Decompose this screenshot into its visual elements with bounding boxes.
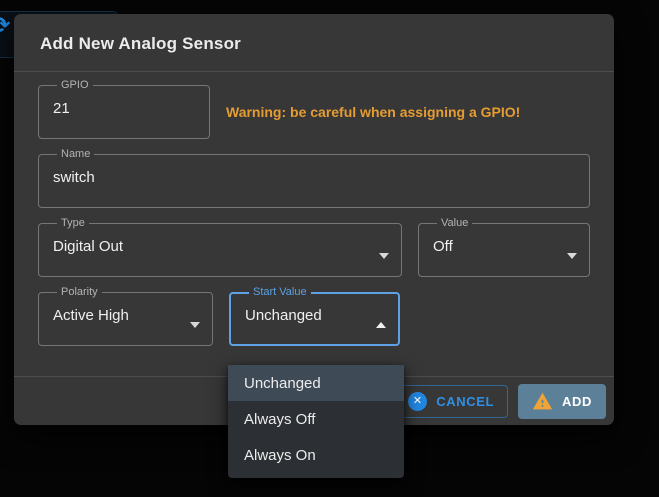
- refresh-icon: ⟳: [0, 14, 10, 37]
- menu-item-always-off[interactable]: Always Off: [228, 401, 404, 437]
- type-selected-value: Digital Out: [51, 230, 389, 262]
- start-value-selected-value: Unchanged: [243, 299, 386, 331]
- name-field[interactable]: Name switch: [38, 148, 590, 208]
- warning-triangle-icon: [532, 391, 553, 412]
- gpio-input[interactable]: 21: [51, 92, 197, 124]
- value-select[interactable]: Value Off: [418, 217, 590, 277]
- type-label: Type: [57, 217, 89, 230]
- gpio-warning-text: Warning: be careful when assigning a GPI…: [226, 104, 520, 120]
- polarity-select[interactable]: Polarity Active High: [38, 286, 213, 346]
- dialog-header: Add New Analog Sensor: [14, 14, 614, 72]
- dialog-title: Add New Analog Sensor: [40, 34, 241, 53]
- cancel-button[interactable]: ✕ CANCEL: [394, 385, 508, 418]
- menu-item-always-on[interactable]: Always On: [228, 437, 404, 473]
- polarity-selected-value: Active High: [51, 299, 200, 331]
- gpio-label: GPIO: [57, 79, 93, 92]
- chevron-up-icon: [376, 322, 386, 328]
- polarity-label: Polarity: [57, 286, 102, 299]
- chevron-down-icon: [567, 253, 577, 259]
- add-sensor-dialog: Add New Analog Sensor GPIO 21 Warning: b…: [14, 14, 614, 425]
- name-label: Name: [57, 148, 94, 161]
- cancel-button-label: CANCEL: [436, 394, 494, 409]
- add-button-label: ADD: [562, 394, 592, 409]
- start-value-label: Start Value: [249, 286, 311, 299]
- chevron-down-icon: [379, 253, 389, 259]
- gpio-field[interactable]: GPIO 21: [38, 79, 210, 139]
- start-value-select[interactable]: Start Value Unchanged: [229, 286, 400, 346]
- type-select[interactable]: Type Digital Out: [38, 217, 402, 277]
- name-input[interactable]: switch: [51, 161, 577, 193]
- add-button[interactable]: ADD: [518, 384, 606, 419]
- menu-item-unchanged[interactable]: Unchanged: [228, 365, 404, 401]
- cancel-circle-x-icon: ✕: [408, 392, 427, 411]
- value-selected-value: Off: [431, 230, 577, 262]
- dialog-body: GPIO 21 Warning: be careful when assigni…: [14, 72, 614, 376]
- chevron-down-icon: [190, 322, 200, 328]
- value-label: Value: [437, 217, 472, 230]
- start-value-menu: Unchanged Always Off Always On: [228, 365, 404, 478]
